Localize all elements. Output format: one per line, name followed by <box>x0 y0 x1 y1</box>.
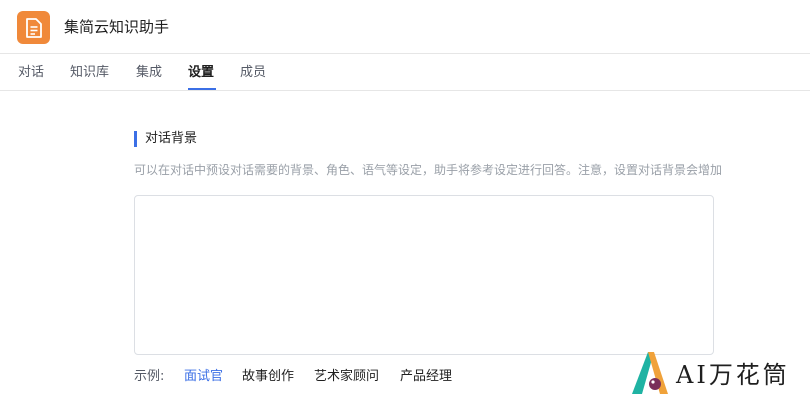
example-product-manager[interactable]: 产品经理 <box>400 368 452 386</box>
active-tab-indicator <box>188 88 216 90</box>
document-icon <box>17 11 50 44</box>
tab-chat[interactable]: 对话 <box>18 64 44 82</box>
section-title: 对话背景 <box>145 131 198 146</box>
section-accent-bar <box>134 131 137 147</box>
tab-bar: 对话 知识库 集成 设置 成员 <box>0 54 810 91</box>
tab-settings[interactable]: 设置 <box>188 64 214 82</box>
tab-integration[interactable]: 集成 <box>136 64 162 82</box>
watermark-text: AI万花筒 <box>676 361 790 389</box>
tab-knowledge-base[interactable]: 知识库 <box>70 64 109 82</box>
examples-label: 示例: <box>134 369 165 384</box>
conversation-background-input[interactable] <box>134 195 714 355</box>
app-title: 集简云知识助手 <box>64 18 170 36</box>
app-header: 集简云知识助手 <box>0 0 810 54</box>
kaleidoscope-logo-icon <box>632 352 668 394</box>
watermark: AI万花筒 <box>628 350 808 400</box>
example-art-advisor[interactable]: 艺术家顾问 <box>314 368 379 386</box>
section-description: 可以在对话中预设对话需要的背景、角色、语气等设定，助手将参考设定进行回答。注意，… <box>134 163 723 177</box>
example-story-writing[interactable]: 故事创作 <box>242 368 294 386</box>
tab-members[interactable]: 成员 <box>240 64 266 82</box>
example-interviewer[interactable]: 面试官 <box>184 368 223 386</box>
